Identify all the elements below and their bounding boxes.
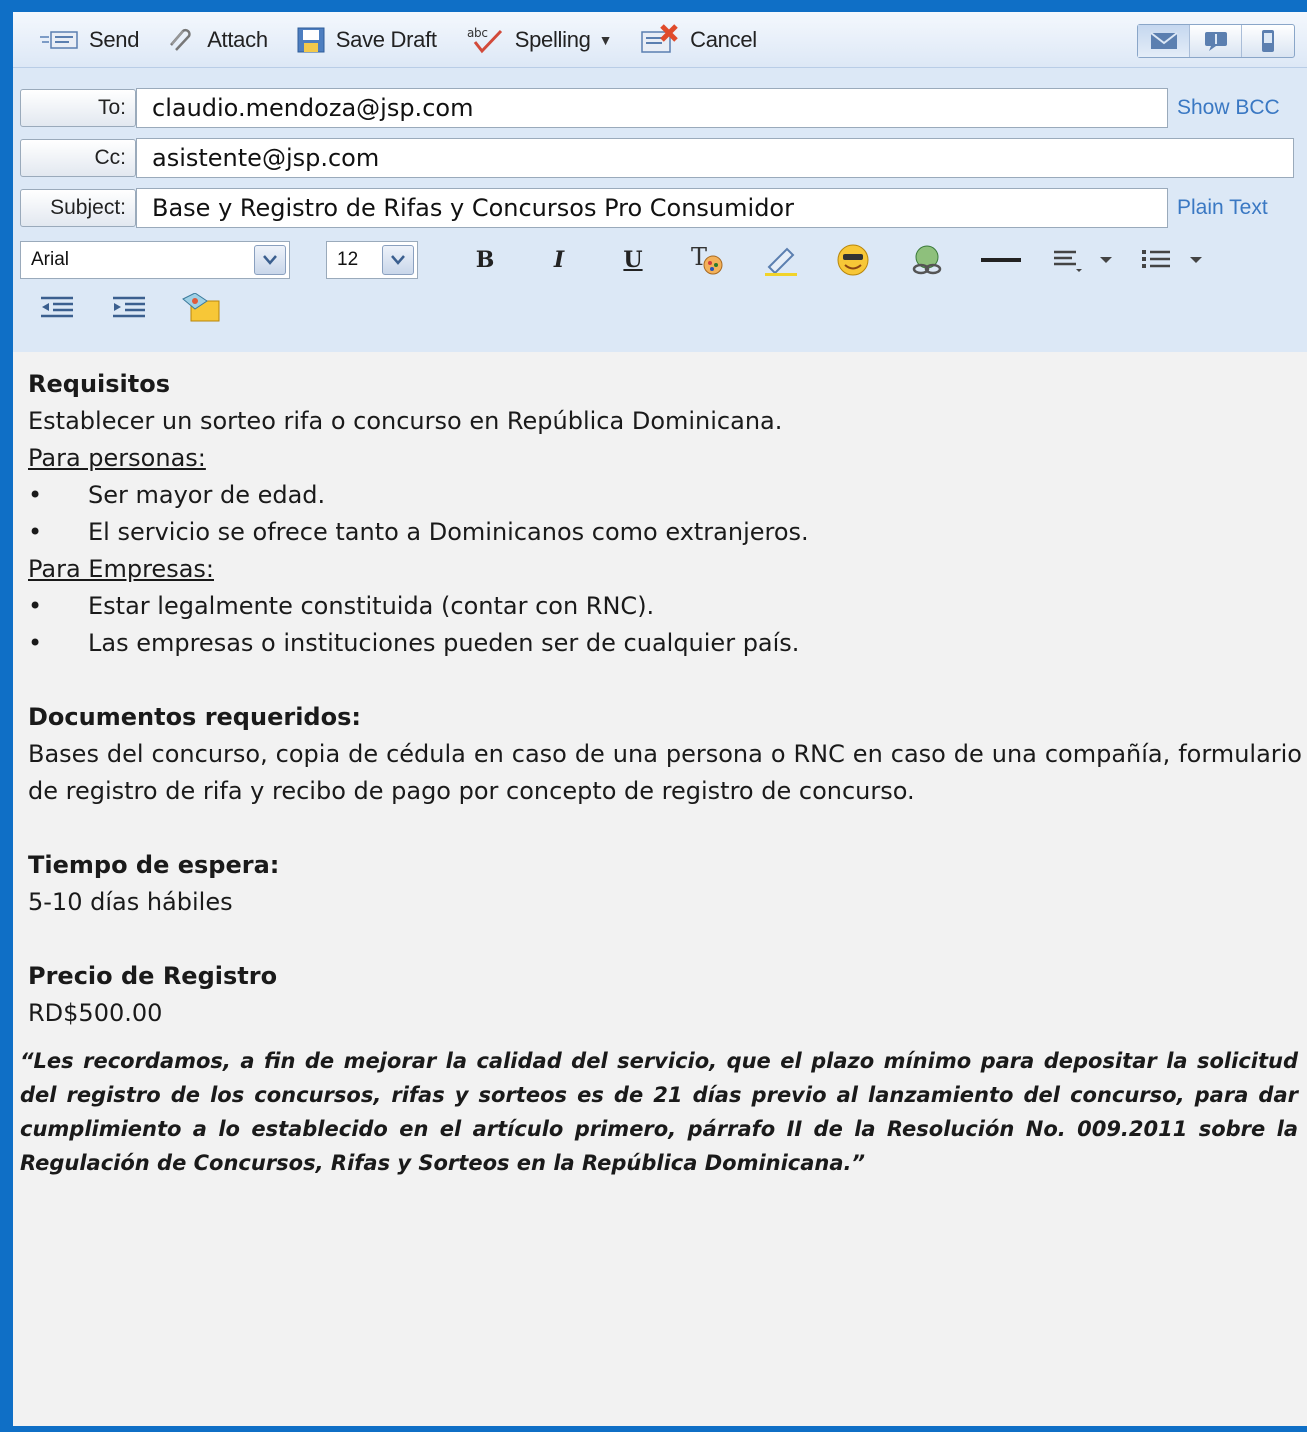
spelling-button[interactable]: abc Spelling ▼ — [465, 25, 612, 55]
cancel-icon — [641, 23, 678, 53]
format-toolbar: Arial 12 B I U T — [20, 240, 1307, 280]
font-family-value: Arial — [31, 249, 70, 270]
documentos-heading: Documentos requeridos: — [28, 703, 361, 731]
highlighter-icon — [765, 247, 797, 276]
outdent-button[interactable] — [34, 289, 80, 327]
italic-icon: I — [553, 247, 565, 273]
list-item: • Las empresas o instituciones pueden ser… — [28, 625, 1307, 662]
mail-view-button[interactable] — [1138, 25, 1190, 57]
tiempo-text: 5-10 días hábiles — [28, 888, 233, 916]
message-body[interactable]: Requisitos Establecer un sorteo rifa o c… — [13, 352, 1307, 1180]
mobile-view-button[interactable] — [1242, 25, 1294, 57]
horizontal-rule-icon — [981, 258, 1021, 262]
list-dropdown[interactable] — [1138, 241, 1206, 279]
chevron-down-icon: ▼ — [598, 31, 613, 48]
insert-image-icon — [182, 293, 220, 322]
spell-check-icon: abc — [467, 26, 502, 53]
format-toolbar-row-2 — [20, 288, 1307, 328]
list-item-text: Las empresas o instituciones pueden ser … — [88, 629, 800, 657]
plain-text-link[interactable]: Plain Text — [1177, 196, 1268, 220]
highlight-button[interactable] — [758, 241, 804, 279]
list-item: • El servicio se ofrece tanto a Dominican… — [28, 514, 1307, 551]
insert-image-button[interactable] — [178, 289, 224, 327]
send-label: Send — [89, 26, 140, 52]
cancel-button[interactable]: Cancel — [640, 23, 757, 56]
precio-text: RD$500.00 — [28, 999, 163, 1027]
reminder-note: “Les recordamos, a fin de mejorar la cal… — [20, 1049, 1298, 1175]
chevron-down-icon — [382, 245, 414, 275]
list-item: • Ser mayor de edad. — [28, 477, 1307, 514]
compose-toolbar: Send Attach Save Draft abc Spelling ▼ Ca… — [13, 12, 1307, 68]
save-draft-label: Save Draft — [335, 26, 437, 52]
text-color-button[interactable]: T — [684, 241, 730, 279]
subject-row: Subject: Base y Registro de Rifas y Conc… — [20, 188, 1307, 228]
cc-button[interactable]: Cc: — [20, 139, 136, 177]
mobile-phone-icon — [1262, 30, 1274, 52]
underline-icon: U — [623, 247, 643, 273]
list-item-text: Ser mayor de edad. — [88, 481, 326, 509]
indent-icon — [113, 296, 145, 318]
horizontal-rule-button[interactable] — [978, 241, 1024, 279]
subject-field[interactable]: Base y Registro de Rifas y Concursos Pro… — [136, 188, 1168, 228]
font-size-value: 12 — [337, 249, 359, 270]
font-size-select[interactable]: 12 — [326, 241, 418, 279]
send-icon — [40, 30, 78, 49]
to-button[interactable]: To: — [20, 89, 136, 127]
paperclip-icon — [170, 28, 191, 51]
empresas-label: Para Empresas: — [28, 555, 214, 583]
indent-button[interactable] — [106, 289, 152, 327]
smiley-icon — [837, 244, 869, 276]
attach-label: Attach — [207, 26, 268, 52]
save-draft-button[interactable]: Save Draft — [296, 26, 437, 54]
list-item: • Estar legalmente constituida (contar co… — [28, 588, 1307, 625]
to-field[interactable]: claudio.mendoza@jsp.com — [136, 88, 1168, 128]
envelope-icon — [1149, 32, 1178, 49]
subject-label: Subject: — [20, 189, 136, 227]
requisitos-heading: Requisitos — [28, 370, 171, 398]
send-button[interactable]: Send — [39, 27, 139, 53]
view-switch — [1137, 24, 1295, 58]
list-item-text: El servicio se ofrece tanto a Dominicano… — [88, 518, 809, 546]
bullet-list-icon — [1142, 250, 1202, 268]
precio-heading: Precio de Registro — [28, 962, 278, 990]
chat-view-button[interactable] — [1190, 25, 1242, 57]
cancel-label: Cancel — [690, 26, 757, 52]
emoticon-button[interactable] — [830, 241, 876, 279]
font-family-select[interactable]: Arial — [20, 241, 290, 279]
list-item-text: Estar legalmente constituida (contar con… — [88, 592, 655, 620]
requisitos-text: Establecer un sorteo rifa o concurso en … — [28, 407, 783, 435]
show-bcc-link[interactable]: Show BCC — [1177, 96, 1280, 120]
text-color-icon: T — [691, 243, 723, 275]
floppy-disk-icon — [297, 27, 325, 52]
align-left-icon — [1054, 250, 1112, 272]
attach-button[interactable]: Attach — [167, 26, 268, 54]
chat-icon — [1204, 32, 1227, 51]
bold-button[interactable]: B — [462, 241, 508, 279]
globe-link-icon — [912, 245, 942, 275]
underline-button[interactable]: U — [610, 241, 656, 279]
tiempo-heading: Tiempo de espera: — [28, 851, 280, 879]
spelling-label: Spelling — [514, 26, 591, 52]
message-headers: To: claudio.mendoza@jsp.com Show BCC Cc:… — [13, 68, 1307, 352]
documentos-text: Bases del concurso, copia de cédula en c… — [28, 740, 1302, 805]
cc-row: Cc: asistente@jsp.com — [20, 138, 1307, 178]
insert-link-button[interactable] — [904, 241, 950, 279]
bold-icon: B — [475, 247, 495, 273]
personas-label: Para personas: — [28, 444, 206, 472]
align-dropdown[interactable] — [1048, 241, 1116, 279]
italic-button[interactable]: I — [536, 241, 582, 279]
outdent-icon — [41, 296, 73, 318]
to-row: To: claudio.mendoza@jsp.com Show BCC — [20, 88, 1307, 128]
cc-field[interactable]: asistente@jsp.com — [136, 138, 1294, 178]
svg-text:abc: abc — [467, 26, 488, 40]
compose-window: Send Attach Save Draft abc Spelling ▼ Ca… — [13, 12, 1307, 1426]
chevron-down-icon — [254, 245, 286, 275]
